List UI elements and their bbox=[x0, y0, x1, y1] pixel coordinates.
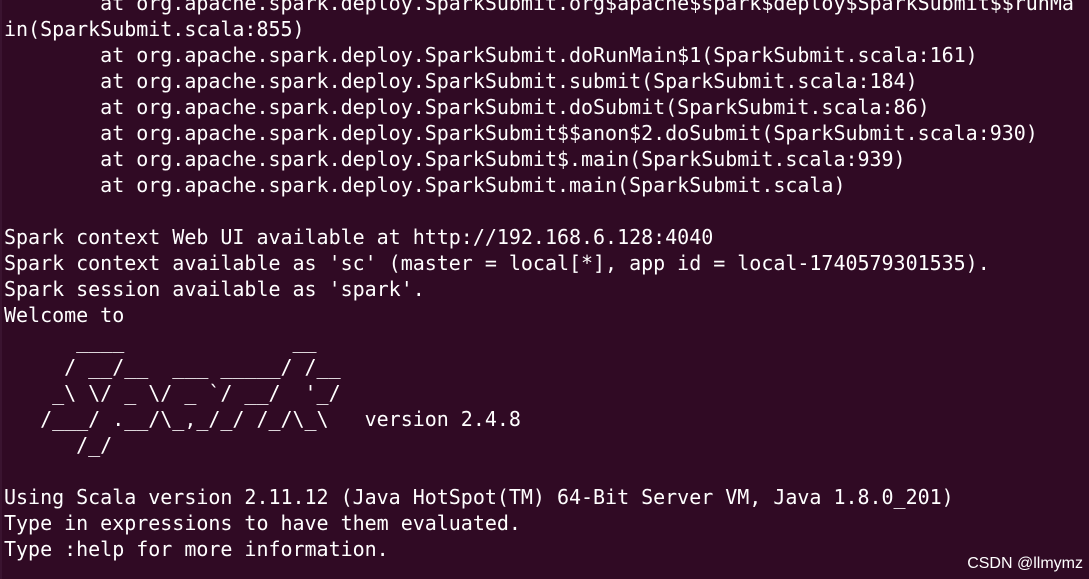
terminal-line: Using Scala version 2.11.12 (Java HotSpo… bbox=[4, 485, 954, 509]
terminal-line: in(SparkSubmit.scala:855) bbox=[4, 17, 305, 41]
terminal-output: at org.apache.spark.deploy.SparkSubmit.o… bbox=[4, 0, 1084, 562]
terminal-line: Type :help for more information. bbox=[4, 537, 389, 561]
terminal-line: at org.apache.spark.deploy.SparkSubmit.d… bbox=[4, 95, 930, 119]
terminal-left-edge bbox=[0, 0, 2, 579]
terminal-line: Spark session available as 'spark'. bbox=[4, 277, 425, 301]
terminal-line: at org.apache.spark.deploy.SparkSubmit$$… bbox=[4, 121, 1038, 145]
terminal-window[interactable]: at org.apache.spark.deploy.SparkSubmit.o… bbox=[0, 0, 1089, 579]
terminal-line: Spark context available as 'sc' (master … bbox=[4, 251, 990, 275]
terminal-line: Type in expressions to have them evaluat… bbox=[4, 511, 521, 535]
spark-ascii-logo-line: / __/__ ___ _____/ /__ bbox=[4, 355, 341, 379]
spark-ascii-logo-line: ____ __ bbox=[4, 329, 317, 353]
terminal-line: at org.apache.spark.deploy.SparkSubmit$.… bbox=[4, 147, 906, 171]
terminal-line: Spark context Web UI available at http:/… bbox=[4, 225, 714, 249]
terminal-line: at org.apache.spark.deploy.SparkSubmit.s… bbox=[4, 69, 918, 93]
terminal-line: Welcome to bbox=[4, 303, 125, 327]
terminal-line: at org.apache.spark.deploy.SparkSubmit.m… bbox=[4, 173, 846, 197]
terminal-line: at org.apache.spark.deploy.SparkSubmit.d… bbox=[4, 43, 978, 67]
spark-ascii-logo-line: /_/ bbox=[4, 433, 113, 457]
watermark: CSDN @llmymz bbox=[967, 555, 1083, 572]
spark-ascii-logo-line: /___/ .__/\_,_/_/ /_/\_\ version 2.4.8 bbox=[4, 407, 521, 431]
spark-ascii-logo-line: _\ \/ _ \/ _ `/ __/ '_/ bbox=[4, 381, 341, 405]
terminal-line: at org.apache.spark.deploy.SparkSubmit.o… bbox=[4, 0, 1074, 15]
